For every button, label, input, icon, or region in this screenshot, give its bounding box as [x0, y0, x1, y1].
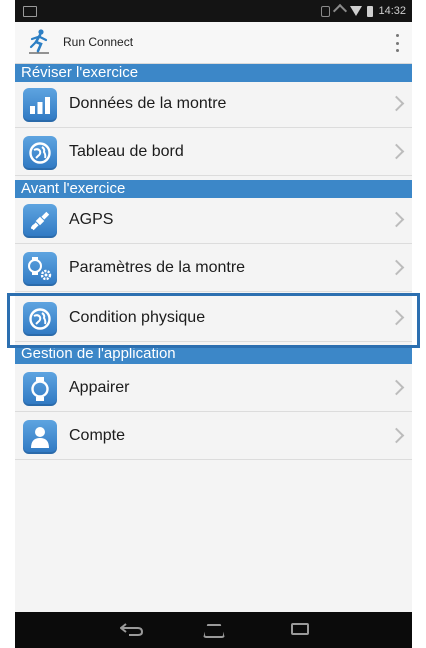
satellite-icon	[23, 204, 57, 238]
list-item-account[interactable]: Compte	[15, 414, 412, 460]
user-icon	[23, 420, 57, 454]
list-item-label: Compte	[69, 427, 126, 444]
status-time: 14:32	[378, 5, 406, 17]
chevron-right-icon	[388, 259, 405, 276]
chevron-right-icon	[388, 211, 405, 228]
back-icon[interactable]	[120, 622, 144, 636]
list-item-pair[interactable]: Appairer	[15, 366, 412, 412]
app-title: Run Connect	[63, 35, 134, 49]
list-item-agps[interactable]: AGPS	[15, 198, 412, 244]
dashboard-globe-icon	[23, 136, 57, 170]
recent-apps-icon[interactable]	[291, 623, 309, 635]
chevron-right-icon	[388, 379, 405, 396]
highlight-frame	[7, 293, 420, 348]
list-item-label: Tableau de bord	[69, 143, 184, 160]
section-header-review: Réviser l'exercice	[15, 64, 412, 82]
chevron-right-icon	[388, 95, 405, 112]
list-item-label: Données de la montre	[69, 95, 227, 112]
list-item-watch-settings[interactable]: Paramètres de la montre	[15, 246, 412, 292]
overflow-menu-icon[interactable]	[396, 34, 400, 52]
watch-pair-icon	[23, 372, 57, 406]
screenshot-icon	[23, 6, 37, 17]
bar-chart-icon	[23, 88, 57, 122]
watch-settings-icon	[23, 252, 57, 286]
bluetooth-icon	[321, 5, 331, 17]
app-bar: Run Connect	[15, 22, 412, 64]
section-header-before: Avant l'exercice	[15, 180, 412, 198]
chevron-right-icon	[388, 143, 405, 160]
wifi-icon	[350, 6, 363, 16]
chevron-right-icon	[388, 427, 405, 444]
list-item-label: Paramètres de la montre	[69, 259, 246, 276]
rotation-icon	[333, 3, 348, 19]
section-header-app-management: Gestion de l'application	[15, 348, 412, 364]
list-item-watch-data[interactable]: Données de la montre	[15, 82, 412, 128]
status-bar: 14:32	[15, 0, 412, 22]
list-item-label: Appairer	[69, 379, 130, 396]
battery-icon	[367, 5, 374, 17]
list-item-dashboard[interactable]: Tableau de bord	[15, 130, 412, 176]
home-icon[interactable]	[203, 624, 225, 638]
runner-logo-icon	[29, 29, 49, 54]
list-item-label: AGPS	[69, 211, 114, 228]
navigation-bar	[15, 612, 412, 648]
